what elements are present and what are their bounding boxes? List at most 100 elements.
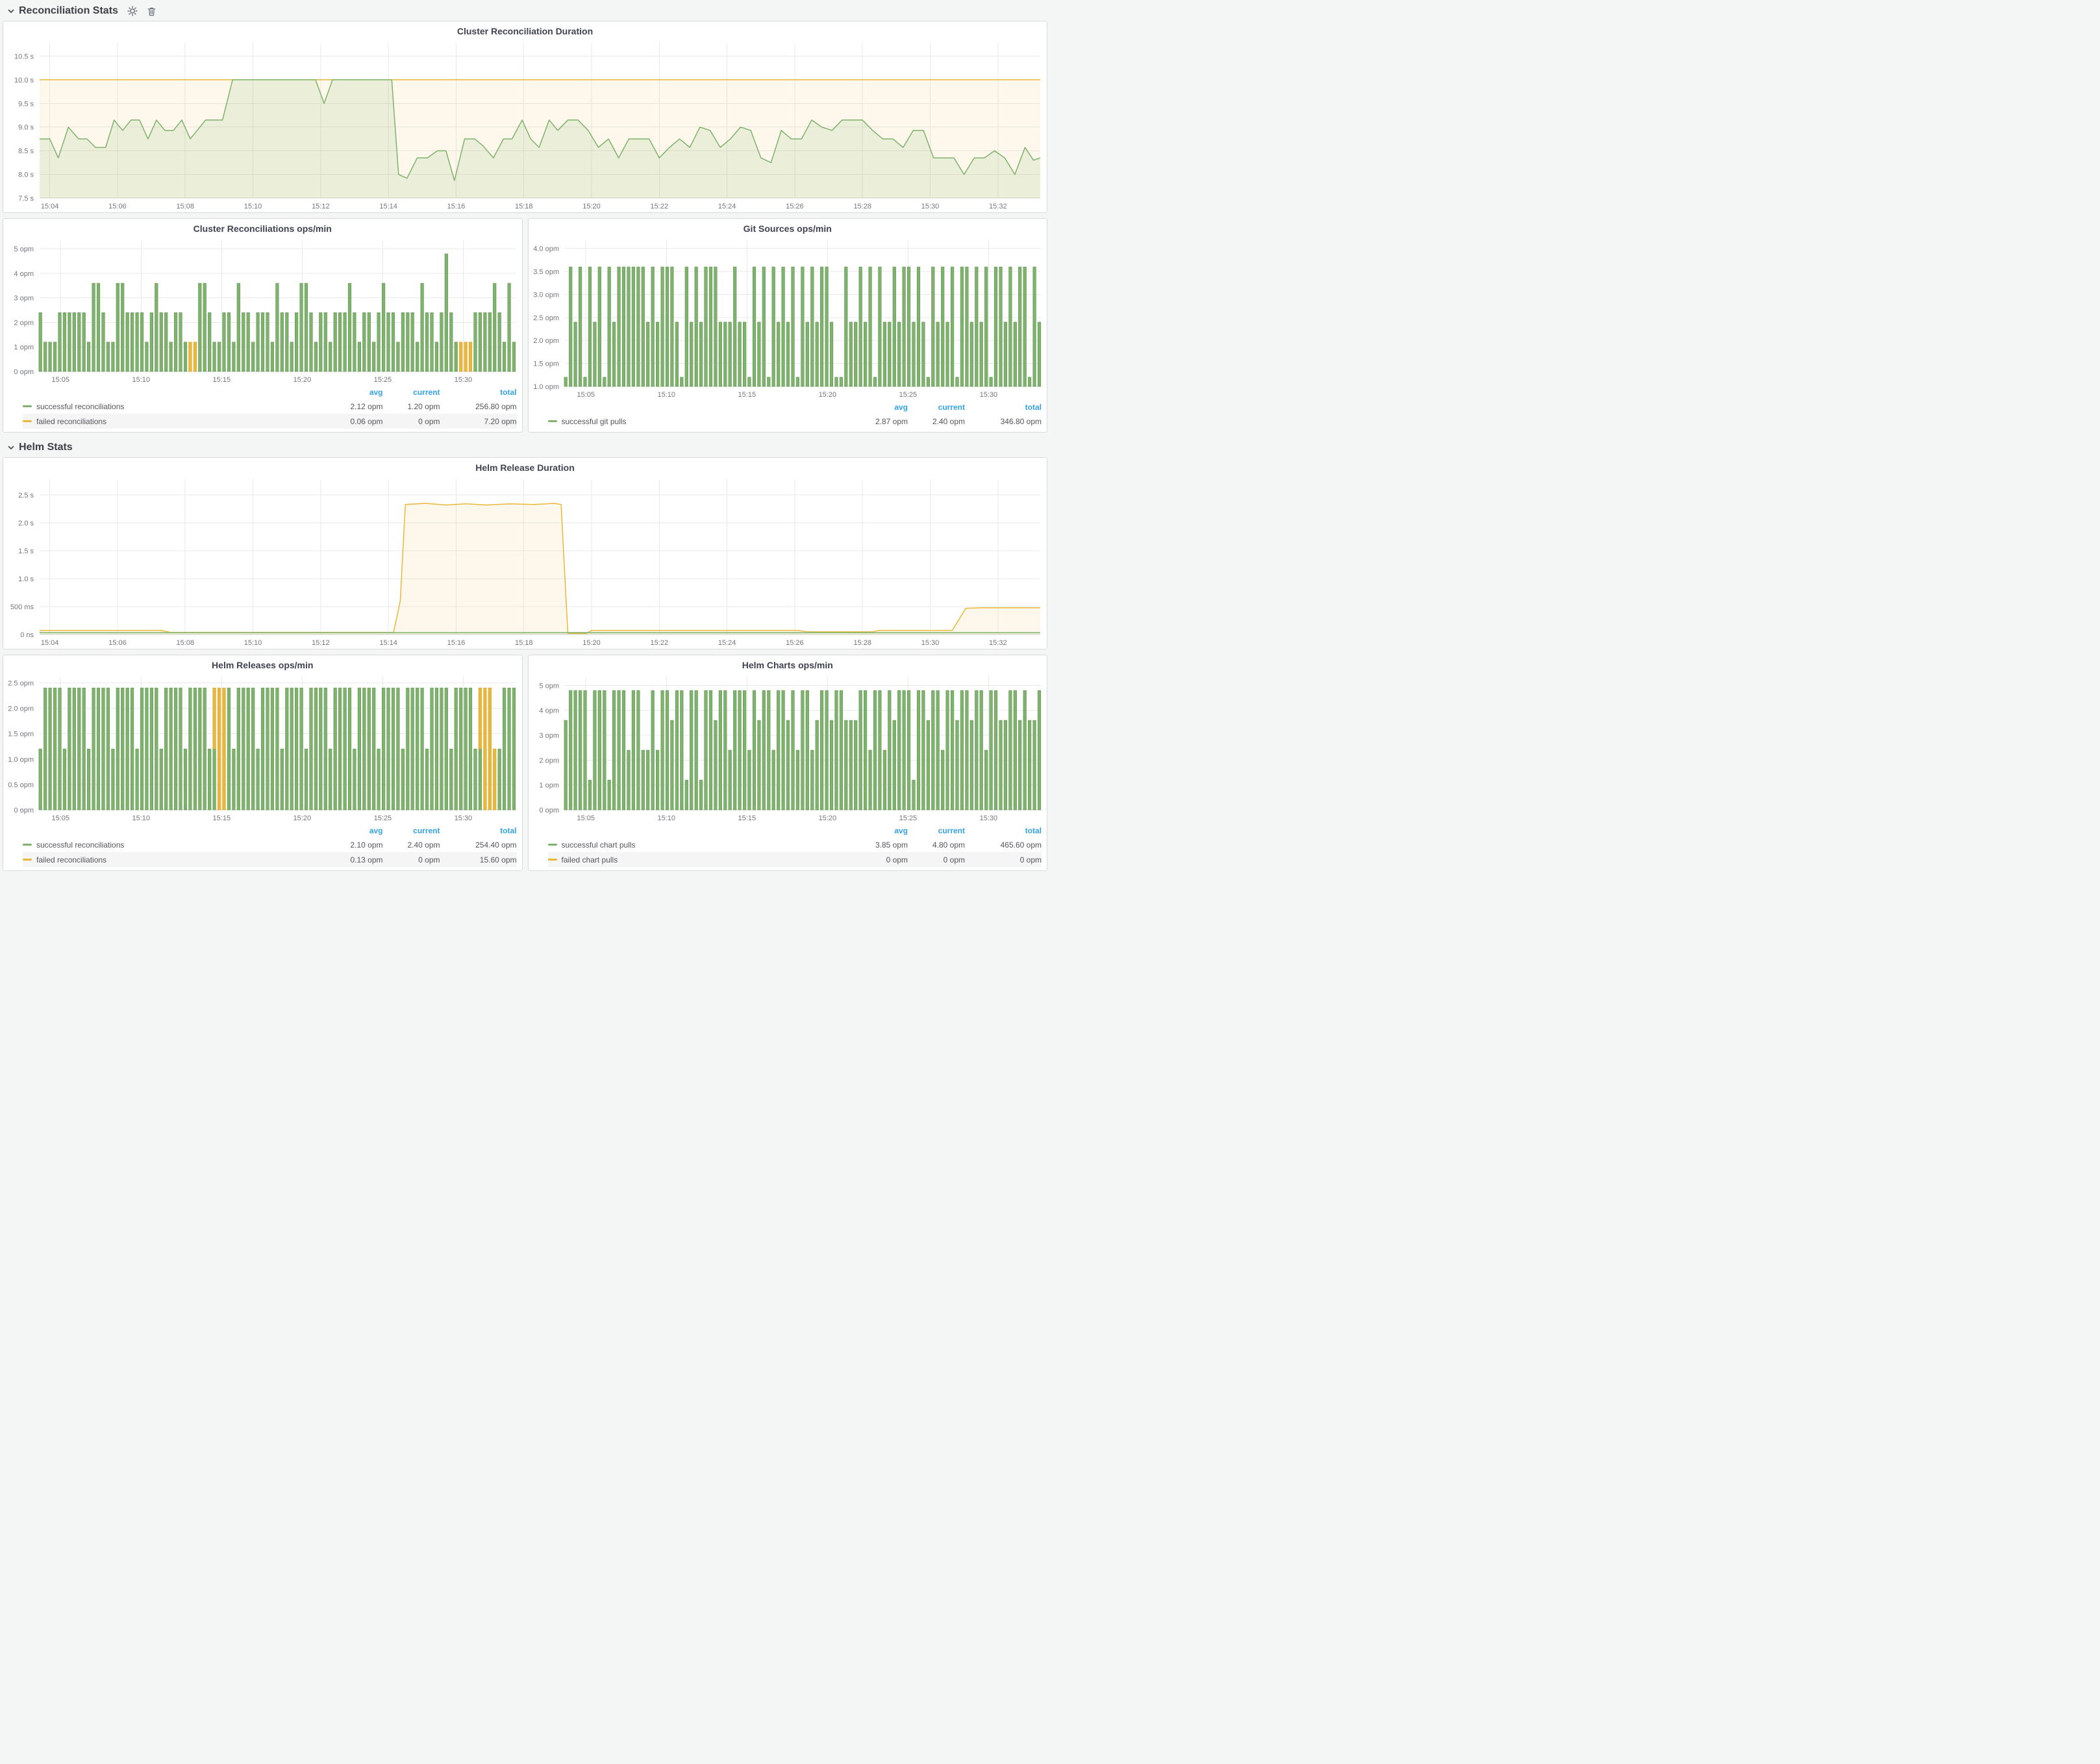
svg-text:1.0 opm: 1.0 opm [8,756,34,764]
svg-text:15:10: 15:10 [657,814,675,822]
svg-text:15:18: 15:18 [515,203,533,210]
svg-text:15:20: 15:20 [818,391,836,399]
svg-text:15:30: 15:30 [921,203,940,210]
series-color-marker [23,844,32,846]
legend-series[interactable]: failed reconciliations [23,855,326,864]
legend-series-label[interactable]: failed reconciliations [36,417,106,426]
svg-text:15:10: 15:10 [244,639,262,647]
legend-total-value: 15.60 opm [440,855,517,864]
panel-cluster-reconciliation-duration: Cluster Reconciliation Duration 7.5 s8.0… [3,21,1047,213]
svg-text:15:25: 15:25 [899,814,917,822]
legend-header-row: avg current total [548,824,1042,837]
legend-series-label[interactable]: failed chart pulls [562,855,618,864]
legend-series[interactable]: successful reconciliations [23,402,326,411]
svg-text:0 opm: 0 opm [539,807,559,814]
chevron-down-icon [6,443,16,452]
legend-total-value: 465.60 opm [965,840,1042,850]
svg-text:15:06: 15:06 [108,203,127,210]
legend-col-current[interactable]: current [383,388,440,397]
legend: avg current total successful chart pulls… [529,824,1047,870]
svg-text:4 opm: 4 opm [14,270,34,278]
section-title: Helm Stats [19,442,73,453]
legend-avg-value: 2.12 opm [326,402,383,411]
legend-col-current[interactable]: current [908,826,965,835]
legend-current-value: 0 opm [383,417,440,426]
section-helm-stats[interactable]: Helm Stats [3,438,1047,457]
panel-title[interactable]: Helm Releases ops/min [3,655,522,672]
svg-text:15:25: 15:25 [374,376,392,384]
panel-helm-release-duration: Helm Release Duration 0 ns500 ms1.0 s1.5… [3,457,1047,649]
legend-total-value: 0 opm [965,855,1042,864]
section-reconciliation-stats[interactable]: Reconciliation Stats [3,1,1047,21]
svg-text:2 opm: 2 opm [14,319,34,327]
panel-title[interactable]: Cluster Reconciliations ops/min [3,219,522,235]
legend-col-avg[interactable]: avg [851,826,908,835]
svg-text:15:15: 15:15 [213,814,231,822]
svg-text:15:05: 15:05 [577,391,595,399]
svg-text:2 opm: 2 opm [539,757,559,764]
svg-text:15:12: 15:12 [312,639,330,647]
legend-col-current[interactable]: current [383,826,440,835]
svg-text:0 opm: 0 opm [14,368,34,376]
legend-current-value: 2.40 opm [383,840,440,850]
panel-title[interactable]: Cluster Reconciliation Duration [3,21,1047,38]
legend-col-total[interactable]: total [965,403,1042,412]
cluster-reconciliation-duration-chart[interactable]: 7.5 s8.0 s8.5 s9.0 s9.5 s10.0 s10.5 s15:… [3,38,1047,212]
helm-charts-chart[interactable]: 0 opm1 opm2 opm3 opm4 opm5 opm15:0515:10… [529,672,1047,824]
legend-series[interactable]: successful git pulls [548,417,851,426]
svg-text:15:18: 15:18 [515,639,533,647]
legend-col-total[interactable]: total [965,826,1042,835]
legend-col-avg[interactable]: avg [326,388,383,397]
legend-total-value: 7.20 opm [440,417,517,426]
cluster-reconciliations-chart[interactable]: 0 opm1 opm2 opm3 opm4 opm5 opm15:0515:10… [3,235,522,386]
legend-series-label[interactable]: successful reconciliations [36,840,124,850]
helm-releases-chart[interactable]: 0 opm0.5 opm1.0 opm1.5 opm2.0 opm2.5 opm… [3,672,522,824]
helm-release-duration-chart[interactable]: 0 ns500 ms1.0 s1.5 s2.0 s2.5 s15:0415:06… [3,474,1047,649]
svg-text:1.5 s: 1.5 s [18,548,34,555]
svg-text:0 ns: 0 ns [20,631,34,639]
panel-cluster-reconciliations: Cluster Reconciliations ops/min 0 opm 1 o… [3,218,523,433]
gear-icon[interactable] [127,6,138,16]
legend-col-avg[interactable]: avg [851,403,908,412]
series-color-marker [548,844,557,846]
trash-icon[interactable] [147,6,156,16]
svg-text:2.5 opm: 2.5 opm [8,679,34,687]
legend-series[interactable]: successful chart pulls [548,840,851,850]
svg-text:15:12: 15:12 [312,203,330,210]
svg-text:15:28: 15:28 [853,639,871,647]
panel-title[interactable]: Helm Release Duration [3,458,1047,474]
legend-avg-value: 2.10 opm [326,840,383,850]
svg-text:15:04: 15:04 [41,203,59,210]
legend-row: failed chart pulls 0 opm 0 opm 0 opm [548,852,1042,867]
svg-text:15:25: 15:25 [374,814,392,822]
legend-col-total[interactable]: total [440,826,517,835]
legend-series-label[interactable]: successful git pulls [562,417,627,426]
svg-text:1 opm: 1 opm [14,344,34,351]
svg-text:15:10: 15:10 [657,391,675,399]
legend-col-total[interactable]: total [440,388,517,397]
legend-series-label[interactable]: successful chart pulls [562,840,636,850]
svg-text:15:08: 15:08 [176,639,194,647]
legend-series-label[interactable]: failed reconciliations [36,855,106,864]
legend-current-value: 0 opm [908,855,965,864]
panel-helm-releases: Helm Releases ops/min 0 opm0.5 opm1.0 op… [3,655,523,871]
svg-text:15:10: 15:10 [132,814,151,822]
section-title: Reconciliation Stats [19,5,118,17]
legend: avg current total successful reconciliat… [3,386,522,432]
svg-text:3 opm: 3 opm [539,732,559,740]
panel-title[interactable]: Helm Charts ops/min [529,655,1047,672]
series-color-marker [548,859,557,861]
svg-text:15:15: 15:15 [738,814,756,822]
panel-title[interactable]: Git Sources ops/min [529,219,1047,235]
git-sources-chart[interactable]: 1.0 opm1.5 opm2.0 opm2.5 opm3.0 opm3.5 o… [529,235,1047,401]
legend-series-label[interactable]: successful reconciliations [36,402,124,411]
legend-col-current[interactable]: current [908,403,965,412]
legend-row: successful reconciliations 2.10 opm 2.40… [23,837,517,852]
svg-text:10.5 s: 10.5 s [14,53,34,60]
legend-avg-value: 0.13 opm [326,855,383,864]
legend-col-avg[interactable]: avg [326,826,383,835]
legend-series[interactable]: successful reconciliations [23,840,326,850]
legend-series[interactable]: failed reconciliations [23,417,326,426]
svg-text:15:05: 15:05 [51,814,69,822]
legend-series[interactable]: failed chart pulls [548,855,851,864]
